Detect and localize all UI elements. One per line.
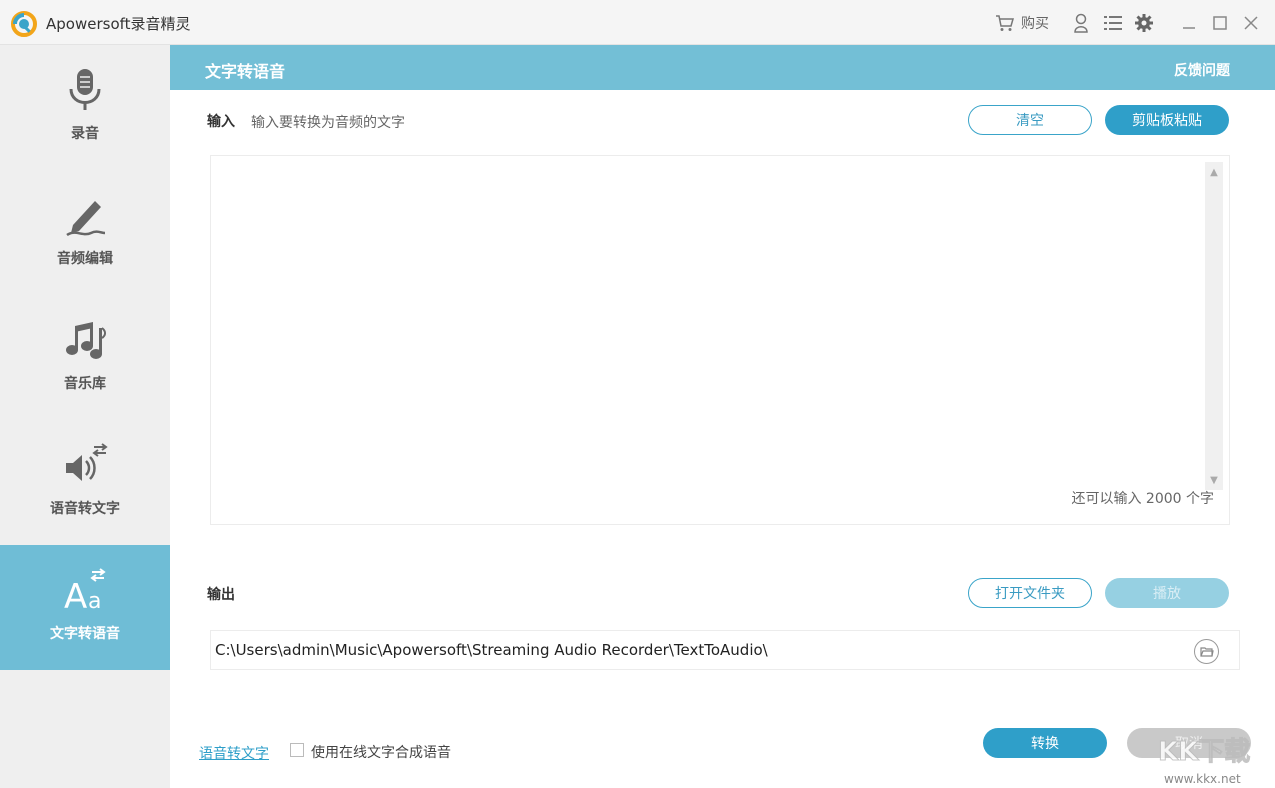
music-notes-icon: [60, 315, 110, 365]
sidebar-item-label: 录音: [71, 126, 99, 142]
convert-button[interactable]: 转换: [983, 728, 1107, 758]
main-panel: 输入 输入要转换为音频的文字 清空 剪贴板粘贴 ▲ ▼ 还可以输入 2000 个…: [170, 90, 1275, 788]
online-synthesis-label: 使用在线文字合成语音: [311, 745, 451, 761]
input-hint: 输入要转换为音频的文字: [251, 115, 405, 131]
sidebar-item-label: 语音转文字: [50, 501, 120, 517]
title-bar: Apowersoft录音精灵 购买: [0, 0, 1275, 45]
online-synthesis-checkbox[interactable]: [290, 743, 304, 757]
svg-text:a: a: [88, 589, 101, 612]
input-label: 输入: [207, 114, 235, 130]
browse-folder-button[interactable]: [1194, 639, 1219, 664]
output-path-box: [210, 630, 1240, 670]
content-header: 文字转语音 反馈问题: [170, 45, 1275, 90]
minimize-icon: [1183, 27, 1195, 29]
text-scrollbar[interactable]: ▲ ▼: [1205, 162, 1223, 490]
scroll-up-icon[interactable]: ▲: [1205, 164, 1223, 180]
maximize-button[interactable]: [1212, 10, 1228, 36]
paste-clipboard-button[interactable]: 剪贴板粘贴: [1105, 105, 1229, 135]
watermark-logo: KK下载 www.kkx.net: [1158, 737, 1251, 787]
sidebar-item-audio-edit[interactable]: 音频编辑: [0, 170, 170, 295]
gear-icon: [1135, 14, 1153, 32]
play-button[interactable]: 播放: [1105, 578, 1229, 608]
text-input-field[interactable]: [211, 156, 1201, 486]
app-title: Apowersoft录音精灵: [46, 15, 191, 33]
sidebar-item-label: 音乐库: [64, 376, 106, 392]
open-folder-button[interactable]: 打开文件夹: [968, 578, 1092, 608]
sidebar-item-label: 文字转语音: [50, 626, 120, 642]
speech-to-text-link[interactable]: 语音转文字: [199, 743, 269, 763]
maximize-icon: [1213, 16, 1227, 30]
sidebar-item-music-library[interactable]: 音乐库: [0, 295, 170, 420]
sidebar-item-text-to-speech[interactable]: A a 文字转语音: [0, 545, 170, 670]
user-button[interactable]: [1072, 10, 1090, 36]
settings-button[interactable]: [1134, 10, 1154, 36]
sidebar: 录音 音频编辑 音乐库 语音转文字 A a 文字转语音: [0, 45, 170, 788]
text-input-area: ▲ ▼ 还可以输入 2000 个字: [210, 155, 1230, 525]
close-icon: [1244, 16, 1258, 30]
svg-text:KK下载: KK下载: [1158, 737, 1250, 767]
clear-button[interactable]: 清空: [968, 105, 1092, 135]
buy-button[interactable]: 购买: [995, 10, 1049, 36]
folder-icon: [1199, 646, 1214, 657]
minimize-button[interactable]: [1181, 10, 1197, 36]
menu-list-button[interactable]: [1103, 10, 1123, 36]
sidebar-item-record[interactable]: 录音: [0, 45, 170, 170]
list-icon: [1104, 16, 1122, 30]
output-label: 输出: [207, 587, 235, 603]
sidebar-item-speech-to-text[interactable]: 语音转文字: [0, 420, 170, 545]
page-title: 文字转语音: [205, 62, 286, 81]
svg-text:A: A: [64, 577, 87, 612]
microphone-icon: [60, 65, 110, 115]
pen-edit-icon: [60, 190, 110, 240]
svg-text:www.kkx.net: www.kkx.net: [1164, 772, 1241, 786]
sidebar-item-label: 音频编辑: [57, 251, 113, 267]
char-counter: 还可以输入 2000 个字: [1071, 491, 1214, 507]
scroll-down-icon[interactable]: ▼: [1205, 472, 1223, 488]
feedback-link[interactable]: 反馈问题: [1174, 60, 1230, 80]
user-icon: [1074, 13, 1088, 33]
text-convert-icon: A a: [60, 565, 110, 615]
speaker-convert-icon: [60, 440, 110, 490]
output-path-field[interactable]: [215, 631, 1175, 669]
close-button[interactable]: [1243, 10, 1259, 36]
app-logo-icon: [11, 11, 37, 37]
app-window: Apowersoft录音精灵 购买 录音 音频编辑 音乐库 语音转文字 A a …: [0, 0, 1275, 788]
buy-label: 购买: [1021, 16, 1049, 32]
cart-icon: [996, 15, 1014, 31]
